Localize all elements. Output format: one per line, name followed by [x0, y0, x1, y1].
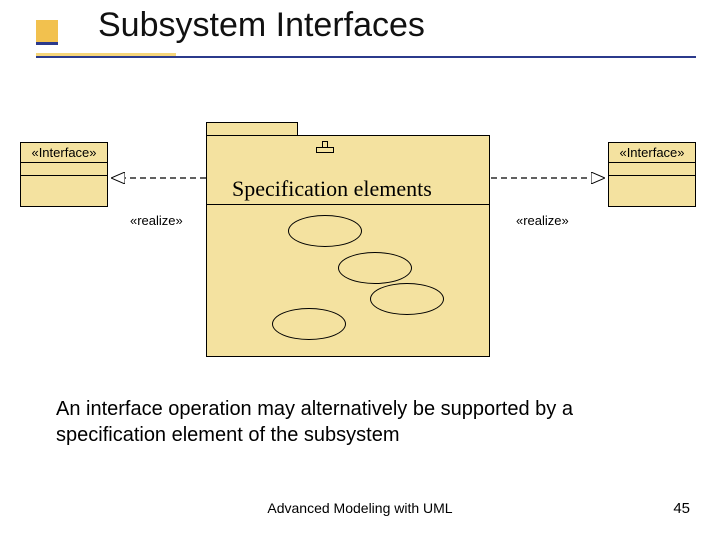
spec-element-4 — [272, 308, 346, 340]
interface-left-stereotype: «Interface» — [20, 142, 108, 163]
subsystem-box — [206, 135, 490, 357]
realize-label-left: «realize» — [130, 213, 183, 228]
page-number: 45 — [673, 500, 690, 517]
interface-right: «Interface» — [608, 142, 696, 207]
spec-element-1 — [288, 215, 362, 247]
realize-label-right: «realize» — [516, 213, 569, 228]
spec-element-2 — [338, 252, 412, 284]
spec-element-3 — [370, 283, 444, 315]
caption-text: An interface operation may alternatively… — [56, 396, 666, 448]
subsystem-divider — [206, 204, 490, 205]
specification-elements-label: Specification elements — [232, 176, 432, 202]
subsystem-tab — [206, 122, 298, 136]
subsystem-icon — [316, 141, 334, 153]
interface-right-stereotype: «Interface» — [608, 142, 696, 163]
interface-left: «Interface» — [20, 142, 108, 207]
footer-text: Advanced Modeling with UML — [0, 500, 720, 516]
diagram-stage: «Interface» «Interface» Specification el… — [0, 0, 720, 540]
